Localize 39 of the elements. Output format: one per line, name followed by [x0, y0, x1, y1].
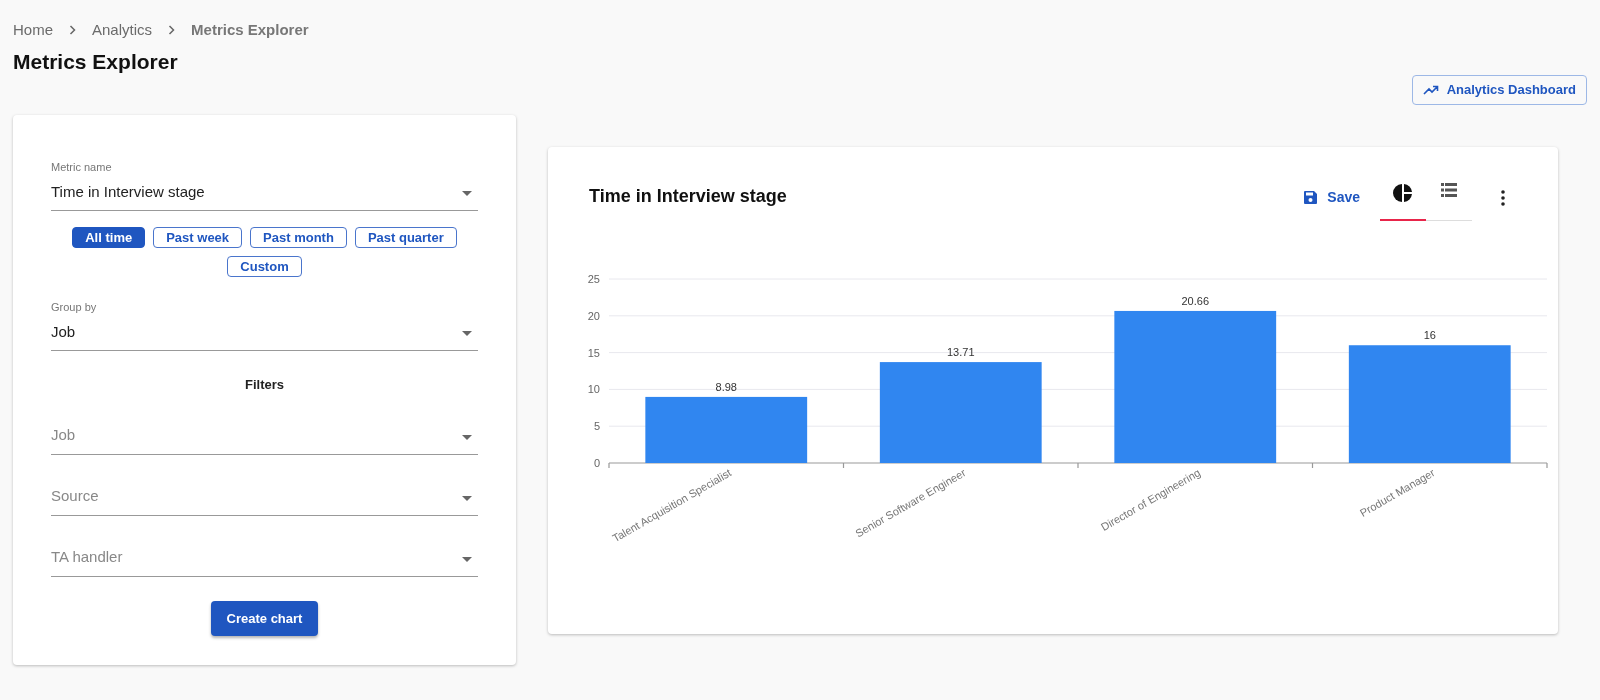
filters-heading: Filters [244, 375, 285, 394]
period-chip[interactable]: All time [72, 226, 146, 248]
y-axis-label: 20 [587, 309, 600, 322]
y-axis-label: 25 [587, 272, 600, 285]
group-by-select[interactable]: Group by Job [51, 298, 478, 351]
y-axis-label: 5 [593, 419, 600, 432]
breadcrumb-link[interactable]: Home [13, 18, 53, 42]
analytics-dashboard-button[interactable]: Analytics Dashboard [1411, 75, 1587, 105]
filter-select[interactable]: TA handler [51, 540, 478, 577]
dropdown-arrow-icon [462, 330, 472, 336]
period-chip[interactable]: Custom [227, 255, 302, 277]
period-chip[interactable]: Past month [250, 226, 347, 248]
chevron-icon [69, 25, 76, 35]
chevron-icon [168, 25, 176, 35]
period-chip[interactable]: Past quarter [354, 226, 457, 248]
breadcrumb-current: Metrics Explorer [191, 19, 309, 40]
chart-title: Time in Interview stage [589, 184, 787, 208]
breadcrumb-link[interactable]: Analytics [92, 18, 153, 42]
y-axis-label: 10 [587, 382, 600, 395]
data-label: 13.71 [947, 345, 975, 358]
metric-select[interactable]: Metric name Time in Interview stage [51, 158, 478, 211]
trending-up-icon [1422, 85, 1439, 95]
save-button[interactable]: Save [1297, 182, 1366, 213]
data-label: 16 [1423, 328, 1436, 341]
page-title: Metrics Explorer [13, 49, 179, 75]
period-chip[interactable]: Past week [153, 226, 243, 248]
dropdown-arrow-icon [462, 557, 472, 562]
data-label: 8.98 [715, 380, 737, 393]
pie-chart-icon[interactable] [1380, 182, 1426, 221]
filter-select[interactable]: Source [51, 479, 478, 516]
y-axis-label: 15 [587, 346, 600, 359]
create-chart-button[interactable]: Create chart [210, 601, 319, 636]
filter-select[interactable]: Job [51, 418, 478, 455]
save-icon [1303, 190, 1319, 205]
dropdown-arrow-icon [462, 190, 472, 196]
y-axis-label: 0 [593, 456, 600, 469]
data-label: 20.66 [1181, 294, 1209, 307]
dropdown-arrow-icon [462, 435, 472, 440]
dropdown-arrow-icon [462, 496, 472, 501]
